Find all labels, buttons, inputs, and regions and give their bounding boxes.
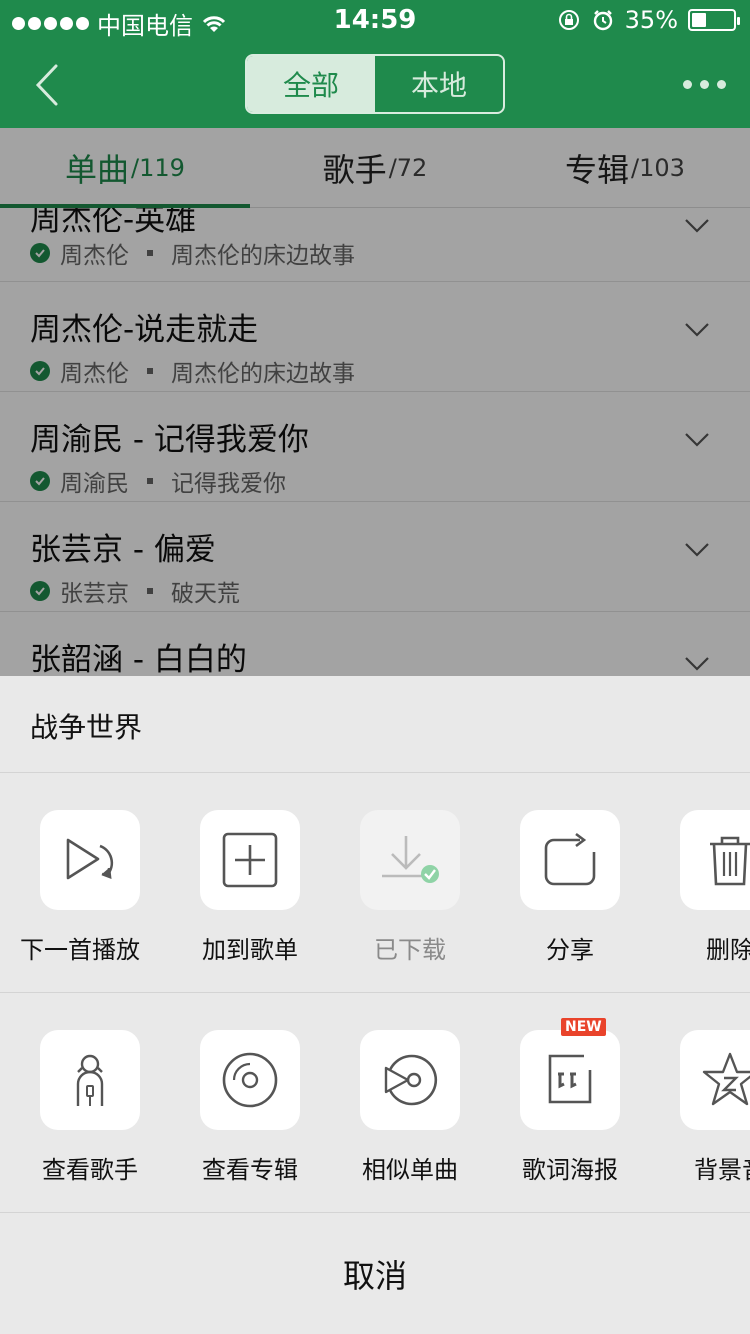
- song-artist: 周渝民: [60, 471, 129, 497]
- orientation-lock-icon: [558, 10, 579, 30]
- tab-songs[interactable]: 单曲/119: [0, 128, 250, 208]
- song-row[interactable]: 张芸京 - 偏爱 张芸京 破天荒: [0, 502, 750, 612]
- tab-albums[interactable]: 专辑/103: [500, 128, 750, 207]
- song-title: 周杰伦-说走就走: [30, 312, 259, 348]
- segment-local[interactable]: 本地: [375, 56, 503, 112]
- cancel-button[interactable]: 取消: [0, 1214, 750, 1334]
- chevron-down-icon[interactable]: [684, 218, 710, 234]
- divider: [0, 772, 750, 773]
- action-label: 背景音: [694, 1156, 750, 1184]
- downloaded-check-icon: [30, 471, 50, 491]
- song-title: 周杰伦-英雄: [30, 208, 197, 238]
- alarm-icon: [593, 10, 612, 31]
- separator-dot: [147, 368, 153, 374]
- more-icon[interactable]: [683, 80, 726, 89]
- divider: [0, 992, 750, 993]
- chevron-down-icon[interactable]: [684, 542, 710, 558]
- song-album: 周杰伦的床边故事: [171, 361, 355, 387]
- album-icon: [222, 1052, 278, 1108]
- action-label: 已下载: [374, 936, 446, 964]
- separator-dot: [147, 478, 153, 484]
- song-album: 记得我爱你: [171, 471, 286, 497]
- song-album: 周杰伦的床边故事: [171, 243, 355, 269]
- back-arrow-icon[interactable]: [30, 62, 70, 108]
- library-tabs: 单曲/119 歌手/72 专辑/103: [0, 128, 750, 208]
- battery-icon: [688, 9, 740, 31]
- tab-songs-count: /119: [131, 153, 185, 182]
- trash-icon: [710, 836, 750, 886]
- song-row[interactable]: 周杰伦-说走就走 周杰伦 周杰伦的床边故事: [0, 282, 750, 392]
- action-label: 查看歌手: [42, 1156, 138, 1184]
- share-icon: [544, 832, 596, 886]
- song-row[interactable]: 张韶涵 - 白白的: [0, 612, 750, 676]
- play-next-icon: [66, 838, 114, 880]
- downloaded-check-icon: [30, 243, 50, 263]
- action-label: 查看专辑: [202, 1156, 298, 1184]
- song-title: 张芸京 - 偏爱: [30, 532, 216, 568]
- downloaded-check-icon: [30, 361, 50, 381]
- action-label: 下一首播放: [20, 936, 140, 964]
- separator-dot: [147, 250, 153, 256]
- song-title: 周渝民 - 记得我爱你: [30, 422, 309, 458]
- tab-albums-label: 专辑: [565, 150, 630, 189]
- downloaded-icon: [382, 836, 439, 883]
- add-to-playlist-icon: [222, 832, 278, 888]
- song-title: 张韶涵 - 白白的: [30, 642, 247, 676]
- scope-segmented-control: 全部 本地: [245, 54, 505, 114]
- action-label: 相似单曲: [362, 1156, 458, 1184]
- top-bar: 中国电信 14:59 35% 全部 本地: [0, 0, 750, 128]
- action-label: 歌词海报: [522, 1156, 618, 1184]
- tab-singers[interactable]: 歌手/72: [250, 128, 500, 207]
- chevron-down-icon[interactable]: [684, 656, 710, 672]
- similar-songs-icon: [384, 1054, 438, 1106]
- divider: [0, 1212, 750, 1213]
- chevron-down-icon[interactable]: [684, 432, 710, 448]
- tab-singers-label: 歌手: [322, 150, 387, 189]
- song-album: 破天荒: [171, 581, 240, 607]
- song-artist: 张芸京: [60, 581, 129, 607]
- segment-all[interactable]: 全部: [247, 56, 375, 112]
- action-sheet: 战争世界 下一首播放 加到歌单 已下载 分享 删除 查看歌手 查看专辑 相似单曲…: [0, 676, 750, 1334]
- battery-percent: 35%: [624, 6, 678, 34]
- song-row[interactable]: 周渝民 - 记得我爱你 周渝民 记得我爱你: [0, 392, 750, 502]
- song-list: 周杰伦-英雄 周杰伦 周杰伦的床边故事 周杰伦-说走就走 周杰伦 周杰伦的床边故…: [0, 208, 750, 676]
- song-artist: 周杰伦: [60, 361, 129, 387]
- tab-albums-count: /103: [631, 153, 685, 182]
- chevron-down-icon[interactable]: [684, 322, 710, 338]
- tab-songs-label: 单曲: [65, 150, 130, 189]
- lyrics-poster-icon: [548, 1054, 592, 1104]
- tab-singers-count: /72: [388, 153, 428, 182]
- separator-dot: [147, 588, 153, 594]
- singer-icon: [76, 1054, 104, 1106]
- action-label: 加到歌单: [202, 936, 298, 964]
- song-row[interactable]: 周杰伦-英雄 周杰伦 周杰伦的床边故事: [0, 208, 750, 282]
- action-label: 删除: [706, 936, 750, 964]
- action-label: 分享: [546, 936, 594, 964]
- status-bar: 中国电信 14:59 35%: [0, 0, 750, 40]
- sheet-song-title: 战争世界: [30, 711, 143, 744]
- downloaded-check-icon: [30, 581, 50, 601]
- new-badge: NEW: [561, 1018, 606, 1036]
- song-artist: 周杰伦: [60, 243, 129, 269]
- background-sound-icon: [702, 1052, 750, 1106]
